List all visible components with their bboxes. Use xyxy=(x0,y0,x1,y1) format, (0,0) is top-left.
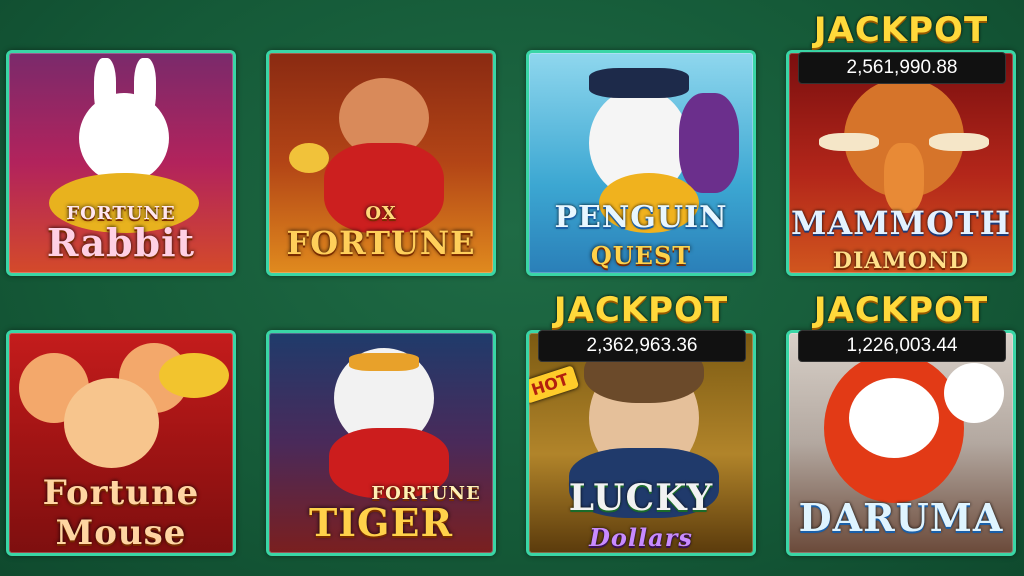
jackpot-value-mammoth: 2,561,990.88 xyxy=(798,52,1006,84)
game-title-main: Rabbit xyxy=(46,220,196,265)
game-tile-daruma[interactable]: DARUMA xyxy=(786,330,1016,556)
game-grid: FORTUNE Rabbit OX FORTUNE PENGUIN QUEST xyxy=(0,0,1024,576)
game-title-main: DIAMOND xyxy=(832,248,970,274)
jackpot-label-mammoth: JACKPOT xyxy=(813,10,989,50)
game-title-top: DARUMA xyxy=(798,495,1004,540)
game-tile-lucky-dollars[interactable]: HOT LUCKY Dollars xyxy=(526,330,756,556)
game-title-main: TIGER xyxy=(308,500,454,545)
game-tile-fortune-mouse[interactable]: Fortune Mouse xyxy=(6,330,236,556)
game-art-penguin-quest xyxy=(529,53,753,273)
game-tile-fortune-tiger[interactable]: FORTUNE TIGER xyxy=(266,330,496,556)
game-title-main: FORTUNE xyxy=(286,224,476,262)
game-title-top: LUCKY xyxy=(568,477,714,519)
game-tile-fortune-rabbit[interactable]: FORTUNE Rabbit xyxy=(6,50,236,276)
jackpot-value-daruma: 1,226,003.44 xyxy=(798,330,1006,362)
game-tile-ox-fortune[interactable]: OX FORTUNE xyxy=(266,50,496,276)
game-title-top: OX xyxy=(365,203,397,224)
jackpot-label-daruma: JACKPOT xyxy=(813,290,989,330)
jackpot-label-lucky-dollars: JACKPOT xyxy=(553,290,729,330)
game-title-top: MAMMOTH xyxy=(790,204,1011,242)
game-title-top: PENGUIN xyxy=(554,200,728,235)
game-title-main: QUEST xyxy=(590,241,692,270)
jackpot-value-lucky-dollars: 2,362,963.36 xyxy=(538,330,746,362)
game-title-main: Dollars xyxy=(589,523,693,552)
game-art-lucky-dollars xyxy=(529,333,753,553)
game-title-top: Fortune xyxy=(42,473,200,513)
game-title-main: Mouse xyxy=(55,513,187,553)
game-tile-penguin-quest[interactable]: PENGUIN QUEST xyxy=(526,50,756,276)
